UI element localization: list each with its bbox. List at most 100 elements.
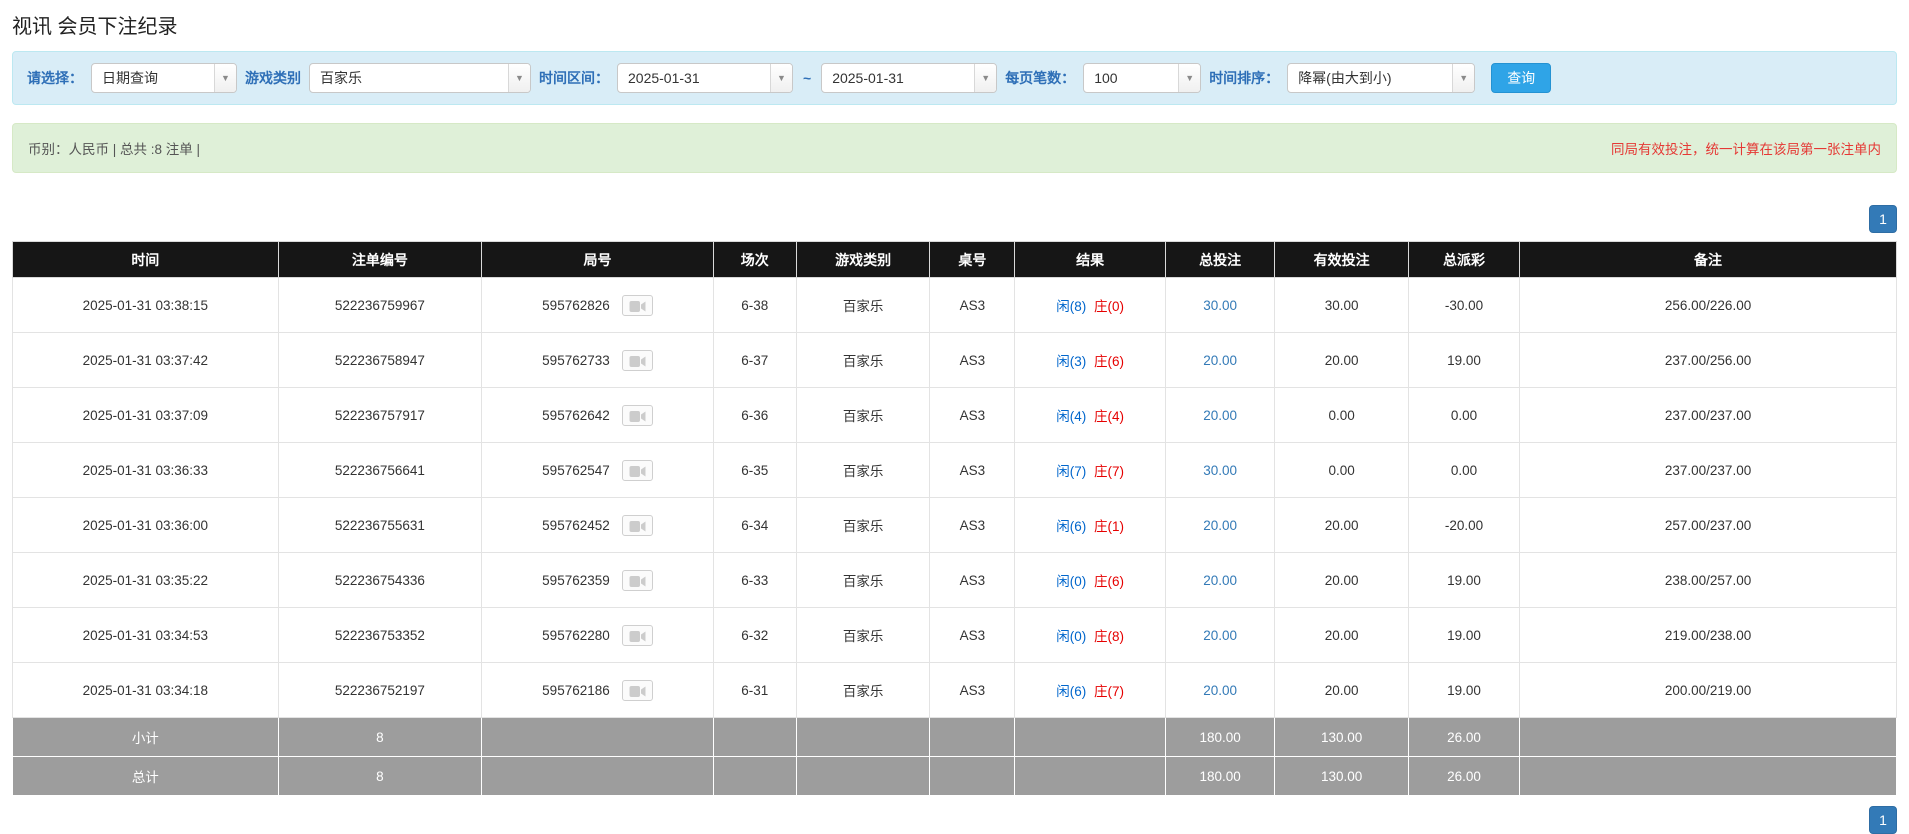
chevron-down-icon[interactable]: ▼ [1178, 64, 1201, 92]
cell-bet-id: 522236752197 [277, 662, 483, 718]
total-bet-link[interactable]: 20.00 [1203, 353, 1237, 368]
cell-table-number: AS3 [929, 387, 1016, 443]
query-type-select[interactable]: 日期查询 ▼ [91, 63, 237, 93]
video-replay-button[interactable] [621, 624, 653, 646]
video-replay-button[interactable] [621, 679, 653, 701]
cell-note: 219.00/238.00 [1519, 607, 1897, 663]
cell-session: 6-36 [712, 387, 797, 443]
filter-bar: 请选择： 日期查询 ▼ 游戏类别 百家乐 ▼ 时间区间： 2025-01-31 … [12, 51, 1897, 105]
player-result: 闲(0) [1056, 629, 1087, 644]
chevron-down-icon[interactable]: ▼ [214, 64, 236, 92]
chevron-down-icon[interactable]: ▼ [974, 64, 997, 92]
page-1-button[interactable]: 1 [1869, 806, 1897, 834]
total-row: 总计 8 180.00 130.00 26.00 [12, 756, 1897, 796]
cell-table-number: AS3 [929, 497, 1016, 553]
cell-time: 2025-01-31 03:36:33 [12, 442, 279, 498]
banker-result: 庄(7) [1093, 684, 1124, 699]
date-to-select[interactable]: 2025-01-31 ▼ [821, 63, 998, 93]
cell-payout: 19.00 [1407, 552, 1521, 608]
cell-bet-id: 522236759967 [277, 277, 483, 333]
total-bet-link[interactable]: 20.00 [1203, 683, 1237, 698]
cell-table-number: AS3 [929, 332, 1016, 388]
video-replay-button[interactable] [621, 349, 653, 371]
page-size-label: 每页笔数： [1005, 70, 1076, 86]
cell-total-bet: 20.00 [1164, 552, 1276, 608]
video-icon [629, 355, 646, 367]
cell-time: 2025-01-31 03:37:09 [12, 387, 279, 443]
total-bet-link[interactable]: 20.00 [1203, 573, 1237, 588]
banker-result: 庄(8) [1093, 629, 1124, 644]
currency-total-text: 币别：人民币 | 总共 :8 注单 | [28, 142, 201, 157]
total-bet-link[interactable]: 30.00 [1203, 463, 1237, 478]
cell-session: 6-32 [712, 607, 797, 663]
video-replay-button[interactable] [621, 569, 653, 591]
sort-select[interactable]: 降幂(由大到小) ▼ [1287, 63, 1476, 93]
page-1-button[interactable]: 1 [1869, 205, 1897, 233]
cell-payout: 19.00 [1407, 607, 1521, 663]
video-replay-button[interactable] [621, 294, 653, 316]
chevron-down-icon[interactable]: ▼ [508, 64, 530, 92]
pagination-bottom: 1 [12, 806, 1897, 834]
banker-result: 庄(6) [1093, 354, 1124, 369]
cell-game-type: 百家乐 [795, 607, 931, 663]
cell-game-type: 百家乐 [795, 387, 931, 443]
cell-payout: -30.00 [1407, 277, 1521, 333]
total-bet-link[interactable]: 30.00 [1203, 298, 1237, 313]
sort-label: 时间排序： [1209, 70, 1280, 86]
video-icon [629, 300, 646, 312]
cell-session: 6-33 [712, 552, 797, 608]
video-replay-button[interactable] [621, 404, 653, 426]
date-from-select[interactable]: 2025-01-31 ▼ [617, 63, 793, 93]
total-total-bet: 180.00 [1164, 756, 1276, 796]
column-header: 游戏类别 [795, 241, 931, 278]
total-bet-link[interactable]: 20.00 [1203, 408, 1237, 423]
chevron-down-icon[interactable]: ▼ [1452, 64, 1475, 92]
video-replay-button[interactable] [621, 459, 653, 481]
banker-result: 庄(1) [1093, 519, 1124, 534]
cell-round: 595762280 [481, 607, 714, 663]
cell-note: 237.00/237.00 [1519, 442, 1897, 498]
cell-session: 6-37 [712, 332, 797, 388]
player-result: 闲(6) [1056, 684, 1087, 699]
total-bet-link[interactable]: 20.00 [1203, 518, 1237, 533]
cell-bet-id: 522236756641 [277, 442, 483, 498]
video-icon [629, 575, 646, 587]
subtotal-payout: 26.00 [1407, 717, 1521, 757]
cell-result: 闲(4) 庄(4) [1014, 387, 1166, 443]
cell-result: 闲(6) 庄(7) [1014, 662, 1166, 718]
video-icon [629, 685, 646, 697]
cell-bet-id: 522236754336 [277, 552, 483, 608]
player-result: 闲(8) [1056, 299, 1087, 314]
column-header: 桌号 [929, 241, 1016, 278]
total-label: 总计 [12, 756, 279, 796]
time-range-label: 时间区间： [539, 70, 609, 86]
game-type-select[interactable]: 百家乐 ▼ [309, 63, 531, 93]
cell-result: 闲(3) 庄(6) [1014, 332, 1166, 388]
cell-session: 6-31 [712, 662, 797, 718]
cell-result: 闲(0) 庄(6) [1014, 552, 1166, 608]
table-row: 2025-01-31 03:37:42 522236758947 5957627… [12, 332, 1897, 388]
pagination-top: 1 [12, 205, 1897, 233]
date-to-value: 2025-01-31 [832, 70, 904, 86]
cell-result: 闲(8) 庄(0) [1014, 277, 1166, 333]
search-button[interactable]: 查询 [1491, 63, 1552, 93]
video-replay-button[interactable] [621, 514, 653, 536]
cell-time: 2025-01-31 03:38:15 [12, 277, 279, 333]
subtotal-total-bet: 180.00 [1164, 717, 1276, 757]
cell-time: 2025-01-31 03:34:53 [12, 607, 279, 663]
column-header: 总派彩 [1407, 241, 1521, 278]
cell-note: 256.00/226.00 [1519, 277, 1897, 333]
total-bet-link[interactable]: 20.00 [1203, 628, 1237, 643]
column-header: 有效投注 [1274, 241, 1409, 278]
cell-note: 200.00/219.00 [1519, 662, 1897, 718]
cell-total-bet: 20.00 [1164, 607, 1276, 663]
cell-total-bet: 20.00 [1164, 332, 1276, 388]
cell-bet-id: 522236757917 [277, 387, 483, 443]
page-size-select[interactable]: 100 ▼ [1083, 63, 1202, 93]
chevron-down-icon[interactable]: ▼ [770, 64, 792, 92]
cell-game-type: 百家乐 [795, 662, 931, 718]
column-header: 时间 [12, 241, 279, 278]
player-result: 闲(7) [1056, 464, 1087, 479]
cell-result: 闲(7) 庄(7) [1014, 442, 1166, 498]
banker-result: 庄(0) [1093, 299, 1124, 314]
